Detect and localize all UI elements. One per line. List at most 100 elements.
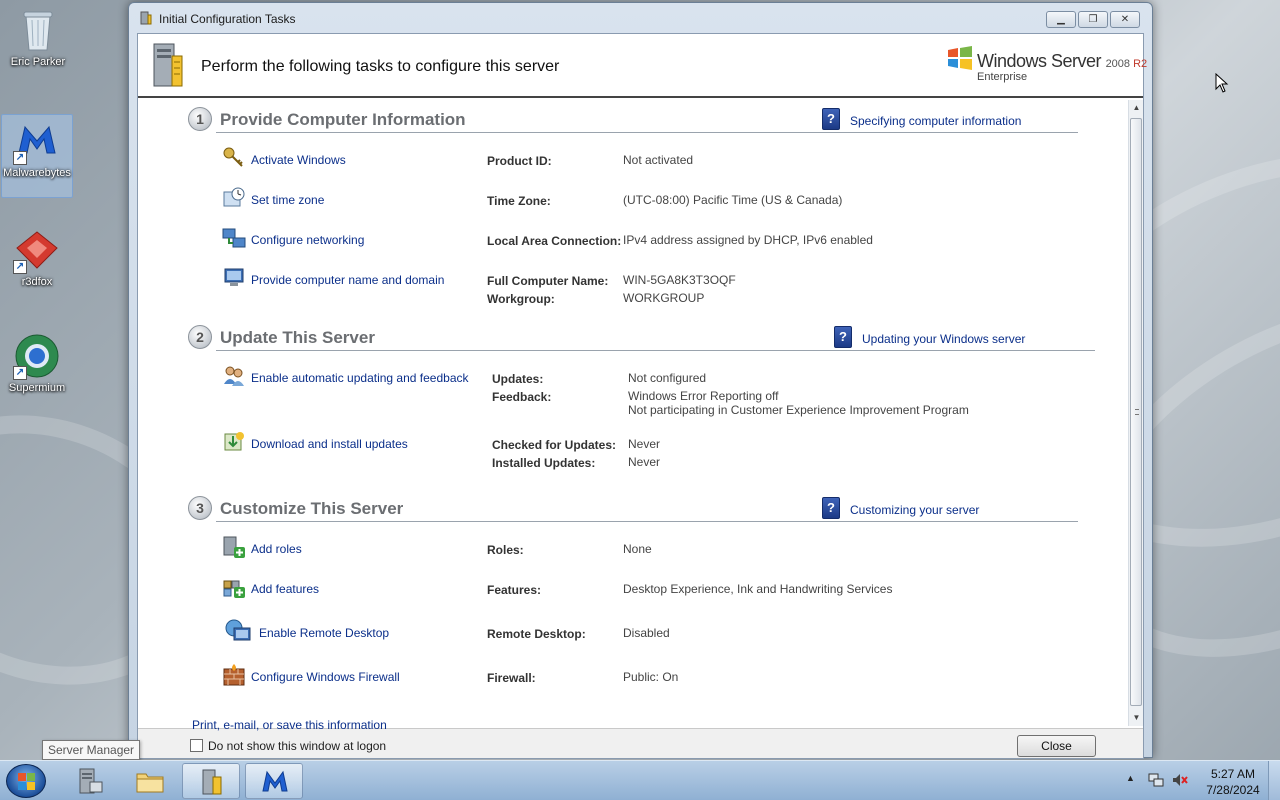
desktop-icon-label: Malwarebytes (3, 167, 71, 179)
time-zone-value: (UTC-08:00) Pacific Time (US & Canada) (623, 193, 843, 207)
help-link-updating-server[interactable]: Updating your Windows server (862, 332, 1025, 346)
tasks-content: 1 Provide Computer Information ? Specify… (138, 100, 1128, 726)
configure-networking-link[interactable]: Configure networking (251, 233, 364, 247)
show-hidden-icons-button[interactable]: ▲ (1126, 773, 1135, 783)
enable-automatic-updating-link[interactable]: Enable automatic updating and feedback (251, 371, 469, 385)
taskbar-initial-configuration-tasks[interactable] (182, 763, 240, 799)
remote-desktop-label: Remote Desktop: (487, 627, 586, 641)
clock-icon (222, 186, 246, 210)
section-number-badge: 2 (188, 325, 212, 349)
initial-configuration-tasks-window: Initial Configuration Tasks ▁ ❐ ✕ Perfor… (128, 2, 1153, 759)
server-tasks-icon (197, 767, 227, 797)
ceip-value: Not participating in Customer Experience… (628, 403, 969, 417)
maximize-button[interactable]: ❐ (1078, 11, 1108, 28)
installed-updates-value: Never (628, 455, 661, 469)
add-features-link[interactable]: Add features (251, 582, 319, 596)
brand-version: 2008 R2 (1106, 58, 1148, 70)
section-title: Update This Server (220, 328, 375, 347)
taskbar-explorer[interactable] (121, 763, 179, 799)
taskbar-malwarebytes[interactable] (245, 763, 303, 799)
taskbar-clock[interactable]: 5:27 AM 7/28/2024 (1200, 766, 1266, 798)
section-divider (216, 521, 1078, 522)
brand-edition: Enterprise (977, 71, 1028, 83)
scroll-down-arrow[interactable]: ▼ (1129, 710, 1144, 725)
checked-for-updates-label: Checked for Updates: (492, 438, 617, 452)
add-features-icon (222, 575, 246, 599)
windows-flag-icon (946, 44, 974, 72)
do-not-show-checkbox-label[interactable]: Do not show this window at logon (208, 739, 386, 753)
updates-label: Updates: (492, 372, 544, 386)
brand-version-suffix: R2 (1133, 58, 1148, 70)
desktop-icon-supermium[interactable]: ↗ Supermium (1, 332, 73, 394)
print-email-save-link[interactable]: Print, e-mail, or save this information (192, 718, 387, 732)
section-divider (216, 132, 1078, 133)
add-roles-link[interactable]: Add roles (251, 542, 302, 556)
section-number-badge: 1 (188, 107, 212, 131)
brand-name: Windows Server (977, 51, 1102, 71)
shortcut-arrow-icon: ↗ (13, 366, 27, 380)
activate-windows-link[interactable]: Activate Windows (251, 153, 346, 167)
window-bottom-bar: Do not show this window at logon Close (138, 728, 1143, 758)
start-flag-pane (18, 773, 26, 781)
recycle-bin-icon (14, 6, 62, 54)
volume-muted-icon[interactable] (1172, 773, 1188, 787)
show-desktop-button[interactable] (1268, 761, 1280, 800)
local-area-connection-value: IPv4 address assigned by DHCP, IPv6 enab… (623, 233, 873, 247)
scrollbar-grip (1135, 409, 1139, 415)
window-titlebar[interactable]: Initial Configuration Tasks ▁ ❐ ✕ (129, 3, 1152, 33)
malwarebytes-icon (260, 767, 290, 797)
close-window-button[interactable]: ✕ (1110, 11, 1140, 28)
desktop-icon-recycle-bin[interactable]: Eric Parker (2, 6, 74, 68)
page-heading: Perform the following tasks to configure… (201, 58, 560, 75)
enable-remote-desktop-link[interactable]: Enable Remote Desktop (259, 626, 389, 640)
product-id-value: Not activated (623, 153, 694, 167)
window-client-area: Perform the following tasks to configure… (137, 33, 1147, 759)
do-not-show-checkbox[interactable] (190, 739, 203, 752)
download-install-updates-link[interactable]: Download and install updates (251, 437, 408, 451)
workgroup-label: Workgroup: (487, 292, 555, 306)
brand-product-name: Windows Server 2008 R2 (977, 51, 1147, 72)
scroll-up-arrow[interactable]: ▲ (1129, 100, 1144, 115)
help-book-icon[interactable]: ? (834, 326, 852, 348)
help-link-computer-information[interactable]: Specifying computer information (850, 114, 1021, 128)
taskbar-server-manager[interactable] (60, 763, 118, 799)
windows-server-logo: Windows Server 2008 R2 Enterprise (946, 42, 1147, 86)
desktop-icon-label: Eric Parker (10, 56, 66, 68)
keys-icon (222, 146, 246, 170)
clock-time: 5:27 AM (1210, 767, 1256, 781)
desktop-icon-malwarebytes[interactable]: ↗ Malwarebytes (1, 114, 73, 198)
feedback-label: Feedback: (492, 390, 552, 404)
full-computer-name-value: WIN-5GA8K3T3OQF (623, 273, 736, 287)
taskbar: ▲ 5:27 AM 7/28/2024 (0, 760, 1280, 800)
firewall-icon (222, 663, 246, 687)
help-book-icon[interactable]: ? (822, 497, 840, 519)
configure-windows-firewall-link[interactable]: Configure Windows Firewall (251, 670, 400, 684)
mouse-cursor-icon (1215, 72, 1229, 93)
computer-name-domain-link[interactable]: Provide computer name and domain (251, 273, 444, 287)
remote-desktop-icon (224, 618, 252, 646)
remote-desktop-value: Disabled (623, 626, 670, 640)
start-flag-pane (18, 782, 26, 790)
help-link-customizing-server[interactable]: Customizing your server (850, 503, 979, 517)
set-time-zone-link[interactable]: Set time zone (251, 193, 324, 207)
scrollbar-thumb[interactable] (1130, 118, 1142, 706)
help-book-icon[interactable]: ? (822, 108, 840, 130)
close-button[interactable]: Close (1017, 735, 1096, 757)
desktop-icon-label: Supermium (8, 382, 66, 394)
section-title: Provide Computer Information (220, 110, 466, 129)
desktop-icon-label: r3dfox (21, 276, 53, 288)
minimize-button[interactable]: ▁ (1046, 11, 1076, 28)
start-button[interactable] (6, 764, 46, 798)
installed-updates-label: Installed Updates: (492, 456, 596, 470)
desktop-icon-r3dfox[interactable]: ↗ r3dfox (1, 226, 73, 288)
window-title: Initial Configuration Tasks (159, 12, 296, 26)
clock-date: 7/28/2024 (1206, 783, 1260, 797)
vertical-scrollbar[interactable]: ▲ ▼ (1128, 100, 1143, 726)
roles-value: None (623, 542, 652, 556)
network-tray-icon[interactable] (1148, 773, 1164, 787)
feedback-value: Windows Error Reporting off (628, 389, 779, 403)
users-update-icon (222, 364, 246, 388)
firewall-value: Public: On (623, 670, 679, 684)
updates-value: Not configured (628, 371, 707, 385)
server-manager-tooltip: Server Manager (42, 740, 141, 760)
